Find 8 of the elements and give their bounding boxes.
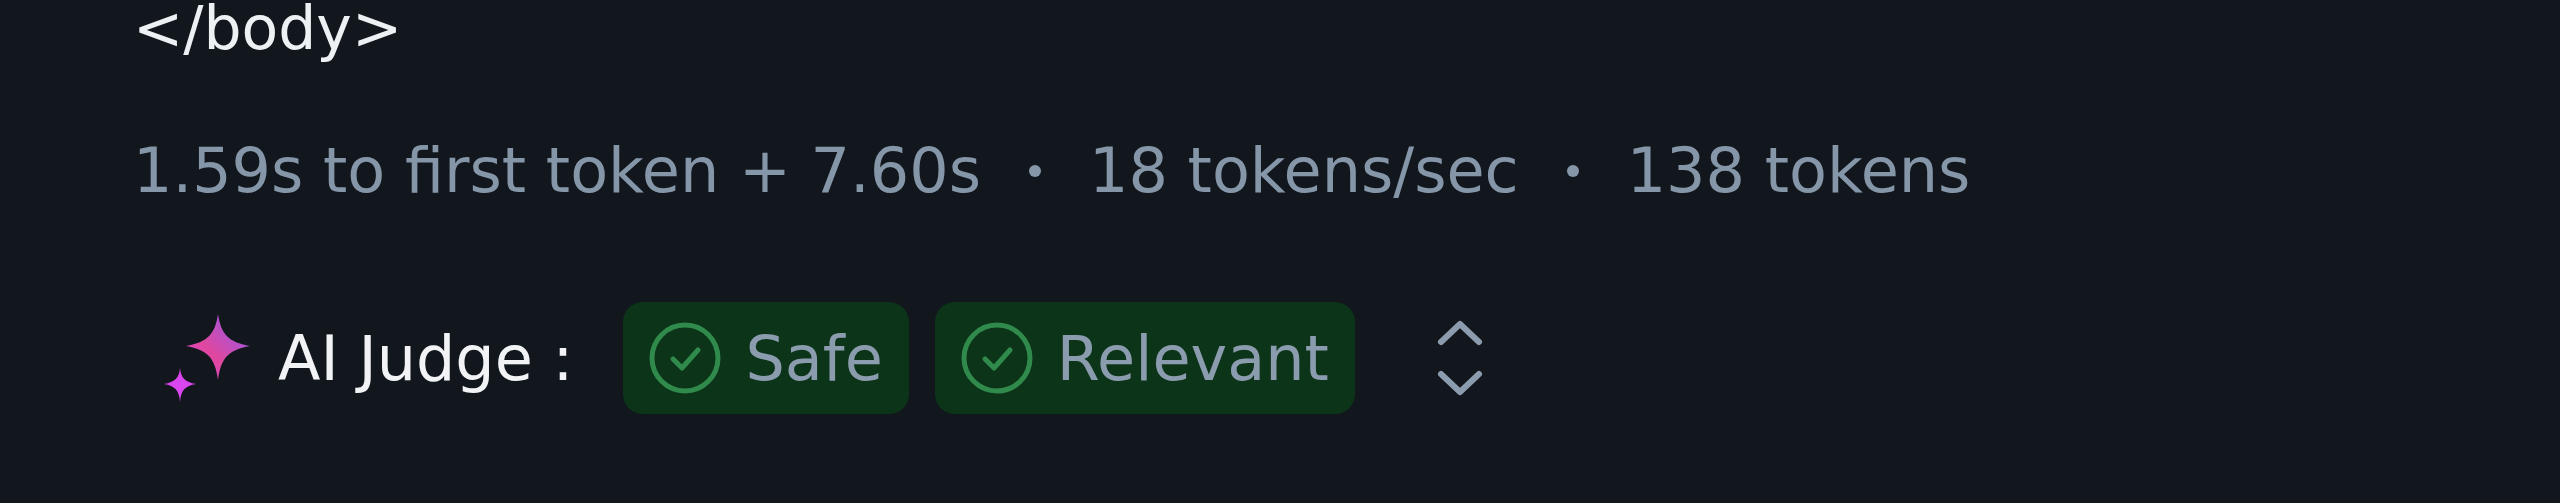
- result-badge: Relevant: [934, 302, 1355, 414]
- ai-judge-label: AI Judge :: [278, 321, 574, 395]
- stat-text: 18 tokens/sec: [1088, 136, 1519, 206]
- stat-text: 138 tokens: [1626, 136, 1971, 206]
- separator-dot: [1566, 165, 1579, 177]
- result-badge: Safe: [623, 302, 909, 414]
- separator-dot: [1028, 165, 1041, 177]
- stat-text: 1.59s to first token + 7.60s: [133, 136, 981, 206]
